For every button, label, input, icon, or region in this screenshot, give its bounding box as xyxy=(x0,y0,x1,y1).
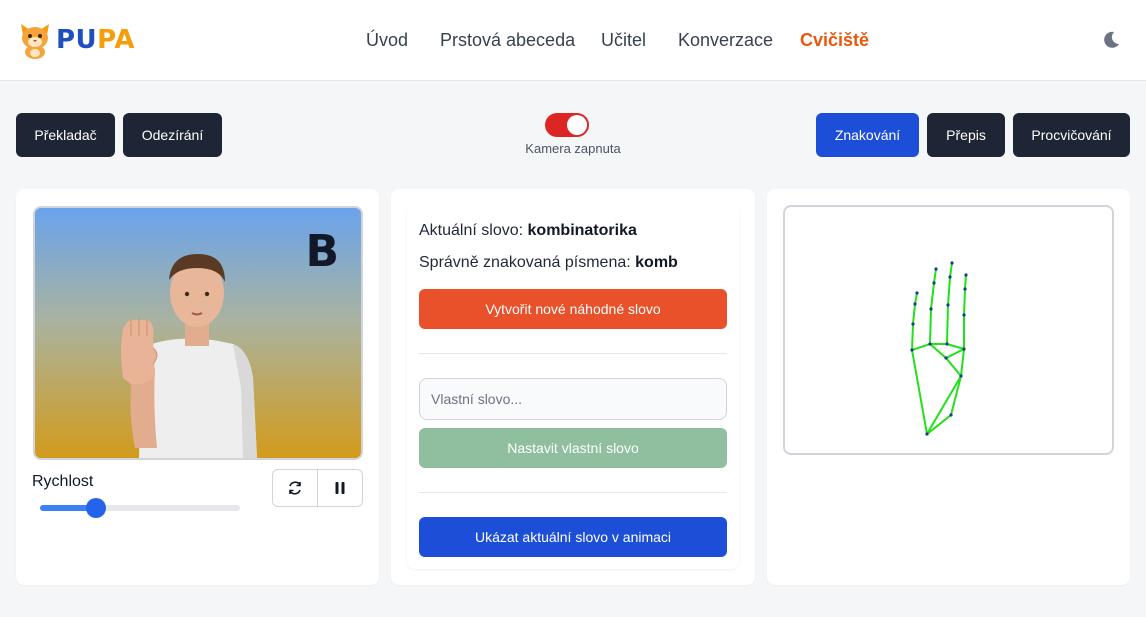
dark-mode-moon-icon[interactable] xyxy=(1101,30,1121,50)
current-word: kombinatorika xyxy=(527,222,637,239)
practice-mode-button[interactable]: Procvičování xyxy=(1013,113,1130,157)
new-random-word-button[interactable]: Vytvořit nové náhodné slovo xyxy=(419,289,727,329)
transcription-mode-button[interactable]: Přepis xyxy=(927,113,1005,157)
nav-konverzace[interactable]: Konverzace xyxy=(678,30,773,51)
camera-card xyxy=(767,189,1130,585)
hand-landmarks xyxy=(910,261,968,436)
lipreading-button[interactable]: Odezírání xyxy=(123,113,222,157)
replay-button[interactable] xyxy=(273,470,317,506)
pause-icon xyxy=(335,482,345,494)
divider xyxy=(419,492,727,493)
avatar-viewport: B xyxy=(33,206,363,460)
current-letter: B xyxy=(305,226,339,277)
signed-letters-line: Správně znakovaná písmena: komb xyxy=(419,254,678,271)
show-word-animation-button[interactable]: Ukázat aktuální slovo v animaci xyxy=(419,517,727,557)
speed-slider[interactable] xyxy=(40,498,240,518)
divider xyxy=(419,353,727,354)
playback-controls xyxy=(272,469,363,507)
signing-mode-button[interactable]: Znakování xyxy=(816,113,919,157)
pause-button[interactable] xyxy=(317,470,362,506)
avatar-card: B Rychlost xyxy=(16,189,379,585)
signed-letters: komb xyxy=(635,254,678,271)
refresh-icon xyxy=(289,481,301,495)
hand-tracking-canvas xyxy=(783,205,1114,455)
nav-cviciste[interactable]: Cvičiště xyxy=(800,30,869,51)
camera-toggle[interactable] xyxy=(545,113,589,137)
set-custom-word-button[interactable]: Nastavit vlastní slovo xyxy=(419,428,727,468)
toggle-knob xyxy=(567,115,587,135)
translator-button[interactable]: Překladač xyxy=(16,113,115,157)
nav-prstova-abeceda[interactable]: Prstová abeceda xyxy=(440,30,575,51)
speed-slider-thumb[interactable] xyxy=(86,498,106,518)
main-nav: Úvod Prstová abeceda Učitel Konverzace C… xyxy=(0,30,1146,54)
speed-label: Rychlost xyxy=(32,473,94,490)
practice-panel: Aktuální slovo: kombinatorika Správně zn… xyxy=(407,205,739,569)
current-word-line: Aktuální slovo: kombinatorika xyxy=(419,222,637,239)
practice-card: Aktuální slovo: kombinatorika Správně zn… xyxy=(391,189,755,585)
nav-uvod[interactable]: Úvod xyxy=(366,30,408,51)
custom-word-input[interactable] xyxy=(419,378,727,420)
top-navbar: PUPA Úvod Prstová abeceda Učitel Konverz… xyxy=(0,0,1146,81)
camera-status-label: Kamera zapnuta xyxy=(525,141,621,156)
nav-ucitel[interactable]: Učitel xyxy=(601,30,646,51)
